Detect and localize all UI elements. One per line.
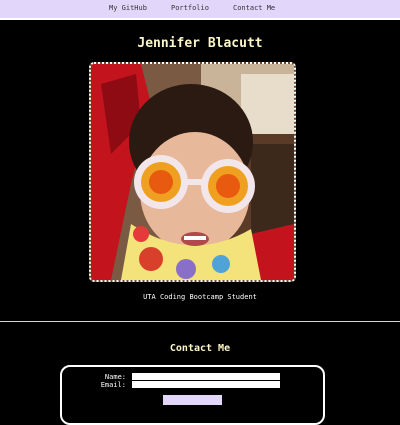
name-field[interactable]: [132, 373, 280, 380]
email-field-label: Email:: [100, 381, 126, 389]
top-nav-bar: My GitHub Portfolio Contact Me: [0, 0, 400, 20]
nav-link-portfolio[interactable]: Portfolio: [171, 4, 209, 12]
email-field[interactable]: [132, 381, 280, 388]
section-divider: [0, 321, 400, 322]
page-title: Jennifer Blacutt: [137, 36, 263, 51]
name-field-label: Name:: [104, 373, 126, 381]
submit-button[interactable]: [163, 395, 222, 405]
profile-caption: UTA Coding Bootcamp Student: [143, 293, 257, 301]
profile-photo: [89, 62, 296, 282]
nav-link-contact[interactable]: Contact Me: [233, 4, 275, 12]
nav-link-github[interactable]: My GitHub: [109, 4, 147, 12]
profile-photo-image: [91, 64, 294, 280]
contact-section-title: Contact Me: [169, 343, 231, 354]
